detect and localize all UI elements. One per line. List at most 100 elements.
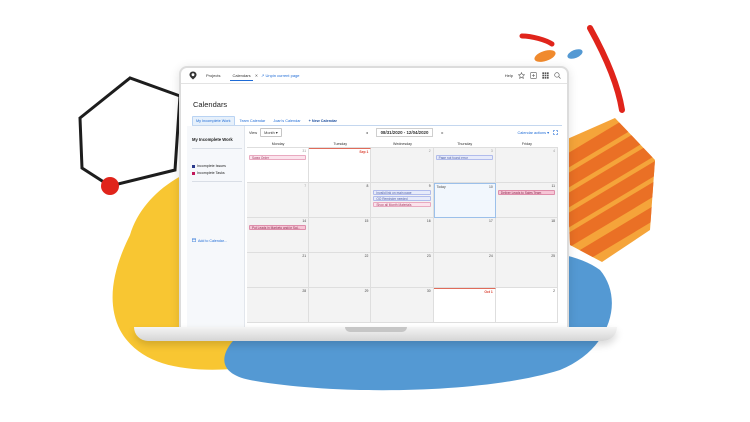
calendar-day-cell[interactable]: 14 Put Leads in Marketo and/or Sal... [247,218,310,253]
calendar-day-cell[interactable]: 22 [309,253,372,288]
day-number: 8 [366,184,369,188]
day-number: 2 [553,289,555,293]
calendar-day-cell[interactable]: 2 [495,288,558,323]
calendar-day-cell[interactable]: 8 [309,183,372,218]
sidebar-divider [192,148,242,149]
day-number: 17 [489,219,493,223]
add-to-calendar-link[interactable]: Add to Calendar... [192,238,227,243]
calendar-week-row: 31 Swag Order Sep 1 2 3 Page not found error 4 [247,148,558,183]
day-number: 16 [426,219,431,223]
calendar-day-cell[interactable]: 17 [433,218,496,253]
calendar-day-cell[interactable]: 21 [247,253,310,288]
calendar-day-cell[interactable]: 31 Swag Order [247,148,310,183]
calendar-day-cell[interactable]: 11 Deliver Leads to Sales Team [495,183,558,218]
calendar-day-cell[interactable]: 15 [309,218,372,253]
red-stroke-small [519,33,555,47]
blue-pill [567,49,583,59]
tab-my-incomplete-work[interactable]: My Incomplete Work [192,115,235,126]
date-range[interactable]: 08/31/2020 - 12/04/2020 [375,128,434,137]
search-icon[interactable] [554,72,561,79]
calendar-day-cell[interactable]: 4 [495,148,558,183]
day-number: 7 [304,184,307,188]
calendar-day-cell[interactable]: 18 [495,218,558,253]
sidebar-title: My Incomplete Work [192,137,233,142]
day-number: 30 [426,289,431,293]
issues-color-swatch [192,164,195,168]
help-link[interactable]: Help [505,73,513,78]
day-number: 31 [302,149,307,153]
plus-icon[interactable] [530,72,537,79]
calendar-event[interactable]: QQ Reminder needed [373,196,431,201]
calendar-event[interactable]: Swag Order [249,155,307,160]
dow-wednesday: Wednesday [393,142,412,146]
day-number: 2 [428,149,431,153]
day-number: Sep 1 [359,150,369,154]
next-range-button[interactable]: ▸ [441,130,443,135]
today-label: Today [436,185,446,189]
calendar-add-icon [192,238,196,243]
page-title: Calendars [193,100,228,109]
day-number: 9 [428,184,431,188]
dow-tuesday: Tuesday [333,142,348,146]
laptop-base [134,327,617,341]
nav-calendars-tab[interactable]: Calendars [230,71,253,81]
tab-joans-calendar[interactable]: Joan's Calendar [270,117,303,125]
pin-icon[interactable] [188,71,198,81]
view-label: View [249,130,258,135]
calendar-toolbar: View Month ▾ ◂ 08/31/2020 - 12/04/2020 ▸… [247,126,561,139]
day-number: 10 [489,185,493,189]
calendar-day-cell[interactable]: 30 [371,288,434,323]
view-select[interactable]: Month ▾ [260,128,282,137]
calendar-actions-menu[interactable]: Calendar actions ▾ [518,130,549,135]
calendar-event[interactable]: Put Leads in Marketo and/or Sal... [249,225,307,230]
day-number: 11 [551,184,555,188]
calendar-event[interactable]: Page not found error [435,155,493,160]
sidebar-divider [192,181,242,182]
day-number: 29 [364,289,369,293]
prev-range-button[interactable]: ◂ [366,130,368,135]
calendar-week-row: 21 22 23 24 25 [247,253,558,288]
close-icon[interactable]: ✕ [255,73,258,78]
calendar-day-cell-today[interactable]: Today 10 [433,183,496,218]
unpin-page-link[interactable]: ↗ Unpin current page [261,73,299,78]
grid-icon[interactable] [542,72,549,79]
day-number: 23 [426,254,431,258]
sidebar-item-label: Incomplete Issues [197,164,226,168]
day-number: 21 [302,254,307,258]
calendar-day-cell[interactable]: 29 [309,288,372,323]
sidebar-item-label: Incomplete Tasks [197,171,225,175]
day-number: 28 [302,289,307,293]
day-number: Oct 1 [484,290,493,294]
top-navigation-bar: Projects Calendars ✕ ↗ Unpin current pag… [181,68,567,84]
calendar-day-cell[interactable]: Sep 1 [309,148,372,183]
calendar-day-cell[interactable]: 25 [495,253,558,288]
day-number: 15 [364,219,369,223]
calendar-event[interactable]: Deliver Leads to Sales Team [497,190,555,195]
calendar-event[interactable]: Invalid link on main page [373,190,431,195]
calendar-day-cell[interactable]: 7 [247,183,310,218]
hero-illustration: Projects Calendars ✕ ↗ Unpin current pag… [0,0,750,422]
calendar-sidebar: My Incomplete Work Incomplete Issues Inc… [187,126,245,328]
new-calendar-button[interactable]: + New Calendar [306,117,340,125]
calendar-day-cell[interactable]: Oct 1 [433,288,496,323]
tab-team-calendar[interactable]: Team Calendar [237,117,269,125]
calendar-week-row: 14 Put Leads in Marketo and/or Sal... 15 16… [247,218,558,253]
topbar-actions: Help [505,72,567,79]
calendar-day-cell[interactable]: 23 [371,253,434,288]
laptop-notch [345,327,407,332]
star-icon[interactable] [518,72,525,79]
calendar-day-cell[interactable]: 28 [247,288,310,323]
sidebar-item-incomplete-issues[interactable]: Incomplete Issues [192,164,226,168]
calendar-day-cell[interactable]: 3 Page not found error [433,148,496,183]
expand-icon[interactable] [553,129,558,136]
calendar-day-cell[interactable]: 2 [371,148,434,183]
nav-projects-link[interactable]: Projects [206,73,220,78]
calendar-day-cell[interactable]: 24 [433,253,496,288]
sidebar-item-incomplete-tasks[interactable]: Incomplete Tasks [192,171,225,175]
calendar-day-cell[interactable]: 9 Invalid link on main page QQ Reminder ne… [371,183,434,218]
outline-hexagon [78,76,182,188]
orange-pill [534,50,556,62]
calendar-day-cell[interactable]: 16 [371,218,434,253]
calendar-event[interactable]: Shop all Month Materials [373,202,431,207]
calendar-tabs: My Incomplete Work Team Calendar Joan's … [192,115,342,126]
